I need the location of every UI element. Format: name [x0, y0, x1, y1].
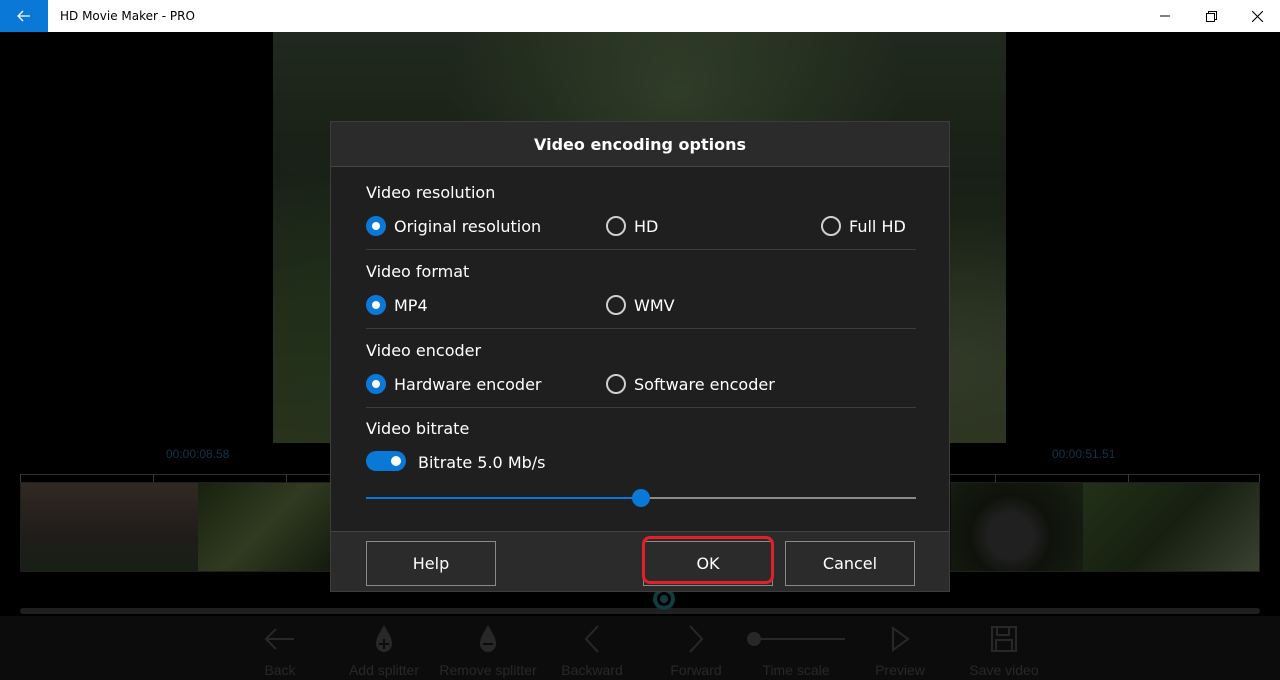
radio-selected-icon — [366, 216, 386, 236]
minimize-button[interactable] — [1142, 0, 1188, 32]
app-title: HD Movie Maker - PRO — [60, 9, 195, 23]
bitrate-slider-thumb[interactable] — [632, 489, 650, 507]
bitrate-slider-fill — [366, 497, 641, 499]
video-format-label: Video format — [366, 262, 470, 281]
radio-label: Software encoder — [634, 374, 775, 394]
radio-label: Full HD — [849, 216, 906, 236]
video-resolution-label: Video resolution — [366, 183, 496, 202]
radio-unselected-icon — [606, 295, 626, 315]
radio-label: WMV — [634, 295, 675, 315]
radio-selected-icon — [366, 374, 386, 394]
restore-button[interactable] — [1188, 0, 1234, 32]
video-encoding-dialog: Video encoding options Video resolution … — [330, 121, 950, 592]
radio-label: HD — [634, 216, 659, 236]
radio-original-resolution[interactable]: Original resolution — [366, 216, 541, 236]
video-encoder-label: Video encoder — [366, 341, 482, 360]
radio-unselected-icon — [606, 216, 626, 236]
restore-icon — [1205, 10, 1217, 22]
ok-highlight-outline — [642, 536, 774, 584]
dialog-title: Video encoding options — [331, 122, 949, 167]
radio-mp4[interactable]: MP4 — [366, 295, 428, 315]
help-button[interactable]: Help — [366, 541, 496, 586]
radio-full-hd[interactable]: Full HD — [821, 216, 906, 236]
radio-hardware-encoder[interactable]: Hardware encoder — [366, 374, 541, 394]
radio-label: MP4 — [394, 295, 428, 315]
radio-software-encoder[interactable]: Software encoder — [606, 374, 775, 394]
close-button[interactable] — [1234, 0, 1280, 32]
dialog-footer: Help OK Cancel — [331, 531, 949, 591]
bitrate-toggle[interactable] — [366, 451, 406, 471]
minimize-icon — [1160, 15, 1170, 17]
radio-wmv[interactable]: WMV — [606, 295, 675, 315]
radio-selected-icon — [366, 295, 386, 315]
title-bar: HD Movie Maker - PRO — [0, 0, 1280, 32]
divider — [366, 407, 916, 408]
arrow-left-icon — [17, 10, 30, 22]
radio-label: Hardware encoder — [394, 374, 542, 394]
close-icon — [1251, 10, 1263, 22]
radio-unselected-icon — [606, 374, 626, 394]
divider — [366, 249, 916, 250]
radio-unselected-icon — [821, 216, 841, 236]
radio-hd[interactable]: HD — [606, 216, 658, 236]
radio-label: Original resolution — [394, 216, 542, 236]
bitrate-value-label: Bitrate 5.0 Mb/s — [418, 453, 546, 472]
divider — [366, 328, 916, 329]
back-button[interactable] — [0, 0, 48, 32]
cancel-button[interactable]: Cancel — [785, 541, 915, 586]
video-bitrate-label: Video bitrate — [366, 419, 470, 438]
